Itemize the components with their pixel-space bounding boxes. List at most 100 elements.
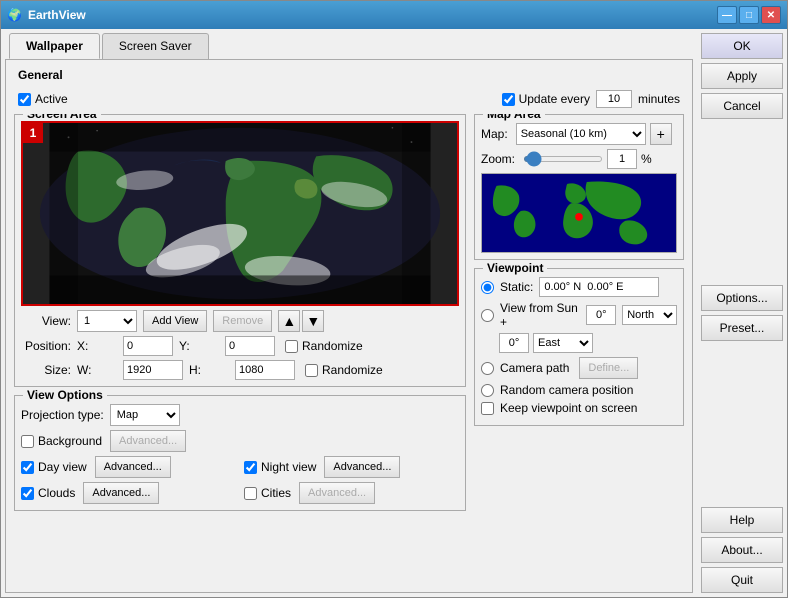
y-input[interactable] (225, 336, 275, 356)
active-checkbox[interactable] (18, 93, 31, 106)
projection-select[interactable]: Map (110, 404, 180, 426)
app-title: EarthView (28, 8, 86, 22)
add-view-button[interactable]: Add View (143, 310, 207, 332)
sun-degree-input[interactable] (586, 305, 616, 325)
zoom-input[interactable] (607, 149, 637, 169)
cities-label[interactable]: Cities (244, 486, 291, 500)
cities-row: Cities Advanced... (244, 482, 459, 504)
map-select[interactable]: Seasonal (10 km) (516, 123, 646, 145)
advanced-clouds-button[interactable]: Advanced... (83, 482, 159, 504)
position-row: Position: X: Y: Randomize (21, 336, 459, 356)
help-button[interactable]: Help (701, 507, 783, 533)
remove-button[interactable]: Remove (213, 310, 272, 332)
zoom-row: Zoom: % (481, 149, 677, 169)
randomize-size-checkbox[interactable] (305, 364, 318, 377)
nav-up-button[interactable]: ▲ (278, 310, 300, 332)
h-input[interactable] (235, 360, 295, 380)
define-button[interactable]: Define... (579, 357, 638, 379)
tab-wallpaper[interactable]: Wallpaper (9, 33, 100, 59)
cancel-button[interactable]: Cancel (701, 93, 783, 119)
static-label: Static: (500, 280, 533, 294)
main-window: 🌍 EarthView — □ ✕ Wallpaper Screen Saver… (0, 0, 788, 598)
position-label: Position: (21, 339, 71, 353)
middle-buttons: Options... Preset... (701, 285, 783, 341)
camera-path-radio[interactable] (481, 362, 494, 375)
map-label: Map: (481, 127, 508, 141)
x-input[interactable] (123, 336, 173, 356)
keep-viewpoint-row: Keep viewpoint on screen (481, 401, 677, 415)
background-checkbox[interactable] (21, 435, 34, 448)
view-sun-radio[interactable] (481, 309, 494, 322)
preset-button[interactable]: Preset... (701, 315, 783, 341)
y-label: Y: (179, 339, 219, 353)
titlebar: 🌍 EarthView — □ ✕ (1, 1, 787, 29)
view-select[interactable]: 1 (77, 310, 137, 332)
projection-row: Projection type: Map (21, 404, 459, 426)
spacer2 (701, 345, 783, 503)
screen-area-group: Screen Area 1 (14, 114, 466, 387)
random-label: Random camera position (500, 383, 633, 397)
view-sun-label: View from Sun + (500, 301, 580, 329)
randomize-pos-checkbox[interactable] (285, 340, 298, 353)
north-select[interactable]: North South (622, 305, 677, 325)
clouds-checkbox[interactable] (21, 487, 34, 500)
random-camera-radio[interactable] (481, 384, 494, 397)
clouds-label[interactable]: Clouds (21, 486, 75, 500)
about-button[interactable]: About... (701, 537, 783, 563)
advanced-night-button[interactable]: Advanced... (324, 456, 400, 478)
options-button[interactable]: Options... (701, 285, 783, 311)
zoom-slider[interactable] (523, 156, 603, 162)
active-checkbox-label[interactable]: Active (18, 92, 68, 106)
quit-button[interactable]: Quit (701, 567, 783, 593)
view-options-title: View Options (23, 388, 107, 402)
screen-preview: 1 (21, 121, 459, 306)
update-checkbox-label[interactable]: Update every (502, 92, 590, 106)
tab-screensaver[interactable]: Screen Saver (102, 33, 209, 59)
map-plus-button[interactable]: + (650, 123, 672, 145)
advanced-day-button[interactable]: Advanced... (95, 456, 171, 478)
night-view-label[interactable]: Night view (244, 460, 316, 474)
h-label: H: (189, 363, 229, 377)
close-button[interactable]: ✕ (761, 6, 781, 24)
left-column: Screen Area 1 (14, 114, 466, 586)
x-label: X: (77, 339, 117, 353)
update-value-input[interactable] (596, 90, 632, 108)
camera-path-label: Camera path (500, 361, 569, 375)
nav-buttons: ▲ ▼ (278, 310, 324, 332)
screen-badge: 1 (23, 123, 43, 143)
advanced-cities-button[interactable]: Advanced... (299, 482, 375, 504)
static-input[interactable] (539, 277, 659, 297)
update-checkbox[interactable] (502, 93, 515, 106)
world-map-preview (481, 173, 677, 253)
static-row: Static: (481, 277, 677, 297)
size-row: Size: W: H: Randomize (21, 360, 459, 380)
day-view-label[interactable]: Day view (21, 460, 87, 474)
keep-viewpoint-checkbox[interactable] (481, 402, 494, 415)
apply-button[interactable]: Apply (701, 63, 783, 89)
empty-placeholder (244, 430, 459, 452)
day-view-checkbox[interactable] (21, 461, 34, 474)
randomize-size-label[interactable]: Randomize (305, 363, 383, 377)
cities-checkbox[interactable] (244, 487, 257, 500)
nav-down-button[interactable]: ▼ (302, 310, 324, 332)
static-radio[interactable] (481, 281, 494, 294)
advanced-bg-button[interactable]: Advanced... (110, 430, 186, 452)
map-area-group: Map Area Map: Seasonal (10 km) + Zoom: (474, 114, 684, 260)
tab-content: General Active Update every minut (5, 59, 693, 593)
maximize-button[interactable]: □ (739, 6, 759, 24)
minutes-label: minutes (638, 92, 680, 106)
east-select[interactable]: East West (533, 333, 593, 353)
view-options-grid: Background Advanced... (21, 430, 459, 504)
background-label[interactable]: Background (21, 434, 102, 448)
ok-button[interactable]: OK (701, 33, 783, 59)
minimize-button[interactable]: — (717, 6, 737, 24)
night-view-checkbox[interactable] (244, 461, 257, 474)
viewpoint-group: Viewpoint Static: V (474, 268, 684, 426)
spacer1 (701, 123, 783, 281)
randomize-pos-label[interactable]: Randomize (285, 339, 363, 353)
titlebar-left: 🌍 EarthView (7, 8, 86, 22)
w-input[interactable] (123, 360, 183, 380)
day-view-row: Day view Advanced... (21, 456, 236, 478)
sun-degree2-input[interactable] (499, 333, 529, 353)
right-panel: OK Apply Cancel Options... Preset... Hel… (697, 33, 783, 593)
